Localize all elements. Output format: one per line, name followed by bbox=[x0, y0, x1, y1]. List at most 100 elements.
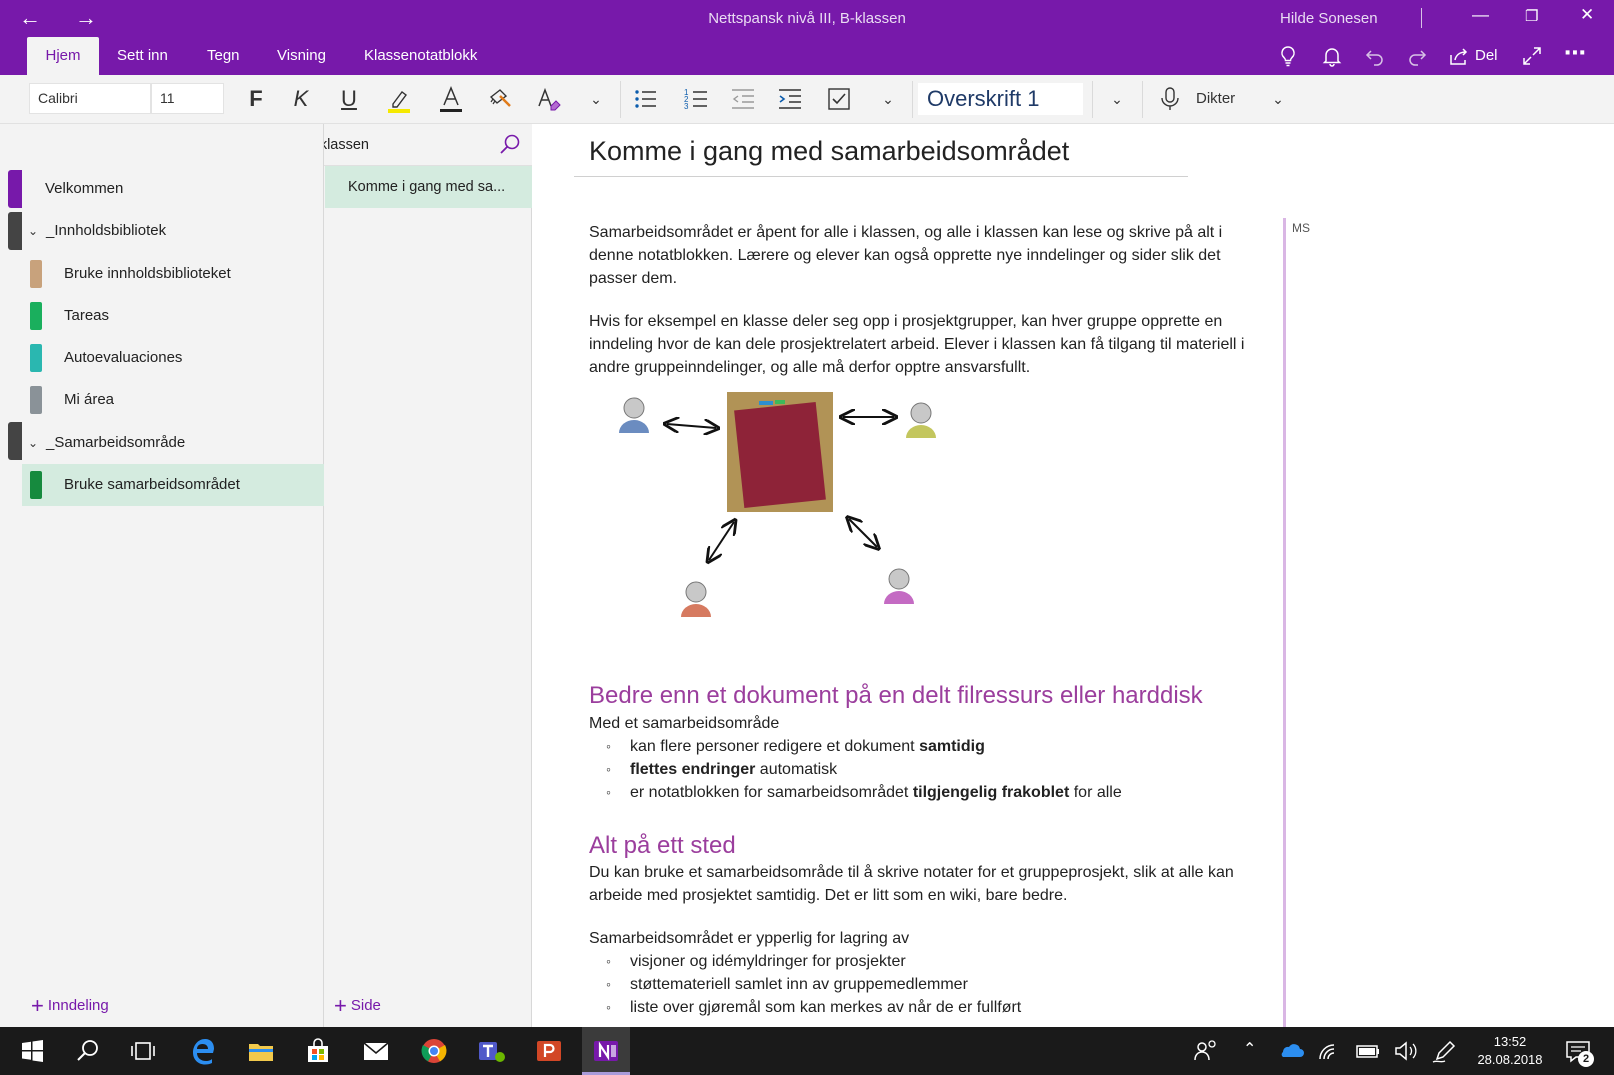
redo-icon[interactable] bbox=[1406, 45, 1428, 67]
teams-icon[interactable] bbox=[475, 1035, 507, 1067]
paragraph[interactable]: Samarbeidsområdet er åpent for alle i kl… bbox=[589, 221, 1269, 290]
search-icon[interactable] bbox=[498, 133, 522, 157]
person-icon bbox=[906, 402, 936, 438]
edge-browser-icon[interactable] bbox=[187, 1035, 219, 1067]
section-heading[interactable]: Bedre enn et dokument på en delt filress… bbox=[589, 682, 1203, 710]
paragraph[interactable]: Hvis for eksempel en klasse deler seg op… bbox=[589, 310, 1269, 379]
list-item[interactable]: ◦ flettes endringer automatisk bbox=[606, 758, 837, 781]
onedrive-icon[interactable] bbox=[1275, 1035, 1307, 1067]
section-autoevaluaciones[interactable]: Autoevaluaciones bbox=[22, 337, 324, 379]
mail-icon[interactable] bbox=[360, 1035, 392, 1067]
author-indicator-bar bbox=[1283, 218, 1286, 1027]
author-initials: MS bbox=[1292, 221, 1310, 235]
chevron-down-icon[interactable]: ⌄ bbox=[28, 210, 38, 252]
section-color-tag bbox=[30, 386, 42, 414]
font-size-input[interactable]: 11 bbox=[151, 83, 224, 114]
tab-hjem[interactable]: Hjem bbox=[27, 37, 99, 75]
chevron-down-icon[interactable]: ⌄ bbox=[580, 84, 612, 114]
system-clock[interactable]: 13:52 28.08.2018 bbox=[1470, 1033, 1550, 1069]
section-mi-area[interactable]: Mi área bbox=[22, 379, 324, 421]
windows-start-icon[interactable] bbox=[16, 1035, 48, 1067]
paragraph[interactable]: Samarbeidsområdet er ypperlig for lagrin… bbox=[589, 927, 1269, 950]
paragraph[interactable]: Med et samarbeidsområde bbox=[589, 712, 1269, 735]
section-tareas[interactable]: Tareas bbox=[22, 295, 324, 337]
share-button[interactable]: Del bbox=[1475, 47, 1498, 64]
section-bruke-samarbeidsomradet[interactable]: Bruke samarbeidsområdet bbox=[22, 464, 324, 506]
list-item[interactable]: ◦ visjoner og idémyldringer for prosjekte… bbox=[606, 950, 906, 973]
dictate-button[interactable]: Dikter bbox=[1196, 90, 1235, 107]
page-canvas[interactable]: Komme i gang med samarbeidsområdet MS Sa… bbox=[532, 124, 1614, 1027]
underline-button[interactable]: U bbox=[333, 84, 365, 114]
wifi-icon[interactable] bbox=[1314, 1035, 1346, 1067]
restore-icon[interactable]: ❐ bbox=[1525, 7, 1538, 25]
section-group-tab bbox=[8, 212, 22, 250]
tab-klassenotatblokk[interactable]: Klassenotatblokk bbox=[350, 37, 491, 75]
font-color-icon[interactable] bbox=[435, 84, 467, 114]
section-heading[interactable]: Alt på ett sted bbox=[589, 832, 736, 860]
font-family-input[interactable]: Calibri bbox=[29, 83, 151, 114]
undo-icon[interactable] bbox=[1364, 45, 1386, 67]
share-icon[interactable] bbox=[1448, 45, 1470, 67]
store-icon[interactable] bbox=[302, 1035, 334, 1067]
list-item[interactable]: ◦ liste over gjøremål som kan merkes av n… bbox=[606, 996, 1021, 1019]
minimize-icon[interactable]: — bbox=[1472, 5, 1489, 25]
bell-icon[interactable] bbox=[1321, 45, 1343, 67]
add-section-button[interactable]: + Inndeling bbox=[31, 993, 109, 1019]
section-velkommen[interactable]: Velkommen bbox=[22, 168, 324, 210]
add-page-button[interactable]: + Side bbox=[334, 993, 381, 1019]
chevron-down-icon[interactable]: ⌄ bbox=[1101, 84, 1133, 114]
people-icon[interactable] bbox=[1190, 1035, 1222, 1067]
section-color-tag bbox=[30, 471, 42, 499]
lightbulb-icon[interactable] bbox=[1277, 45, 1299, 67]
powerpoint-icon[interactable] bbox=[533, 1035, 565, 1067]
bold-button[interactable]: F bbox=[240, 84, 272, 114]
microphone-icon[interactable] bbox=[1154, 84, 1186, 114]
clear-formatting-icon[interactable] bbox=[533, 84, 565, 114]
list-item[interactable]: ◦ er notatblokken for samarbeidsområdet … bbox=[606, 781, 1122, 804]
file-explorer-icon[interactable] bbox=[245, 1035, 277, 1067]
decrease-indent-icon[interactable] bbox=[728, 84, 760, 114]
double-arrow bbox=[849, 519, 877, 547]
chevron-down-icon[interactable]: ⌄ bbox=[1262, 84, 1294, 114]
onenote-icon[interactable] bbox=[590, 1035, 622, 1067]
task-view-icon[interactable] bbox=[127, 1035, 159, 1067]
tab-visning[interactable]: Visning bbox=[263, 37, 340, 75]
title-separator bbox=[1421, 8, 1422, 28]
tab-sett-inn[interactable]: Sett inn bbox=[103, 37, 182, 75]
bulleted-list-icon[interactable] bbox=[630, 84, 662, 114]
volume-icon[interactable] bbox=[1390, 1035, 1422, 1067]
section-group-innholdsbibliotek[interactable]: ⌄ _Innholdsbibliotek bbox=[22, 210, 324, 252]
clock-date: 28.08.2018 bbox=[1477, 1052, 1543, 1067]
plus-icon: + bbox=[334, 993, 347, 1018]
section-bruke-innholdsbiblioteket[interactable]: Bruke innholdsbiblioteket bbox=[22, 253, 324, 295]
toolbar-divider bbox=[1142, 81, 1143, 118]
section-group-tab bbox=[8, 422, 22, 460]
tab-tegn[interactable]: Tegn bbox=[193, 37, 254, 75]
fullscreen-icon[interactable] bbox=[1521, 45, 1543, 67]
search-icon[interactable] bbox=[72, 1035, 104, 1067]
page-title[interactable]: Komme i gang med samarbeidsområdet bbox=[589, 136, 1069, 167]
format-painter-icon[interactable] bbox=[485, 84, 517, 114]
close-icon[interactable]: ✕ bbox=[1580, 5, 1594, 25]
increase-indent-icon[interactable] bbox=[775, 84, 807, 114]
list-item[interactable]: ◦ kan flere personer redigere et dokumen… bbox=[606, 735, 985, 758]
battery-icon[interactable] bbox=[1352, 1035, 1384, 1067]
pen-workspace-icon[interactable] bbox=[1429, 1035, 1461, 1067]
chevron-down-icon[interactable]: ⌄ bbox=[872, 84, 904, 114]
paragraph[interactable]: Du kan bruke et samarbeidsområde til å s… bbox=[589, 861, 1269, 907]
chevron-down-icon[interactable]: ⌄ bbox=[28, 422, 38, 464]
more-options-icon[interactable]: ⋯ bbox=[1564, 40, 1586, 66]
page-item[interactable]: Komme i gang med sa... bbox=[325, 166, 532, 208]
heading-style-select[interactable]: Overskrift 1 bbox=[918, 83, 1083, 115]
double-arrow bbox=[709, 522, 734, 560]
todo-checkbox-icon[interactable] bbox=[823, 84, 855, 114]
italic-button[interactable]: K bbox=[285, 84, 317, 114]
toolbar-divider bbox=[1092, 81, 1093, 118]
highlighter-icon[interactable] bbox=[383, 84, 415, 114]
user-name[interactable]: Hilde Sonesen bbox=[1280, 10, 1378, 27]
chevron-up-icon[interactable]: ⌃ bbox=[1243, 1039, 1256, 1059]
chrome-icon[interactable] bbox=[418, 1035, 450, 1067]
list-item[interactable]: ◦ støttemateriell samlet inn av gruppemed… bbox=[606, 973, 968, 996]
section-group-samarbeidsomrade[interactable]: ⌄ _Samarbeidsområde bbox=[22, 422, 324, 464]
numbered-list-icon[interactable]: 1 2 3 bbox=[681, 84, 713, 114]
